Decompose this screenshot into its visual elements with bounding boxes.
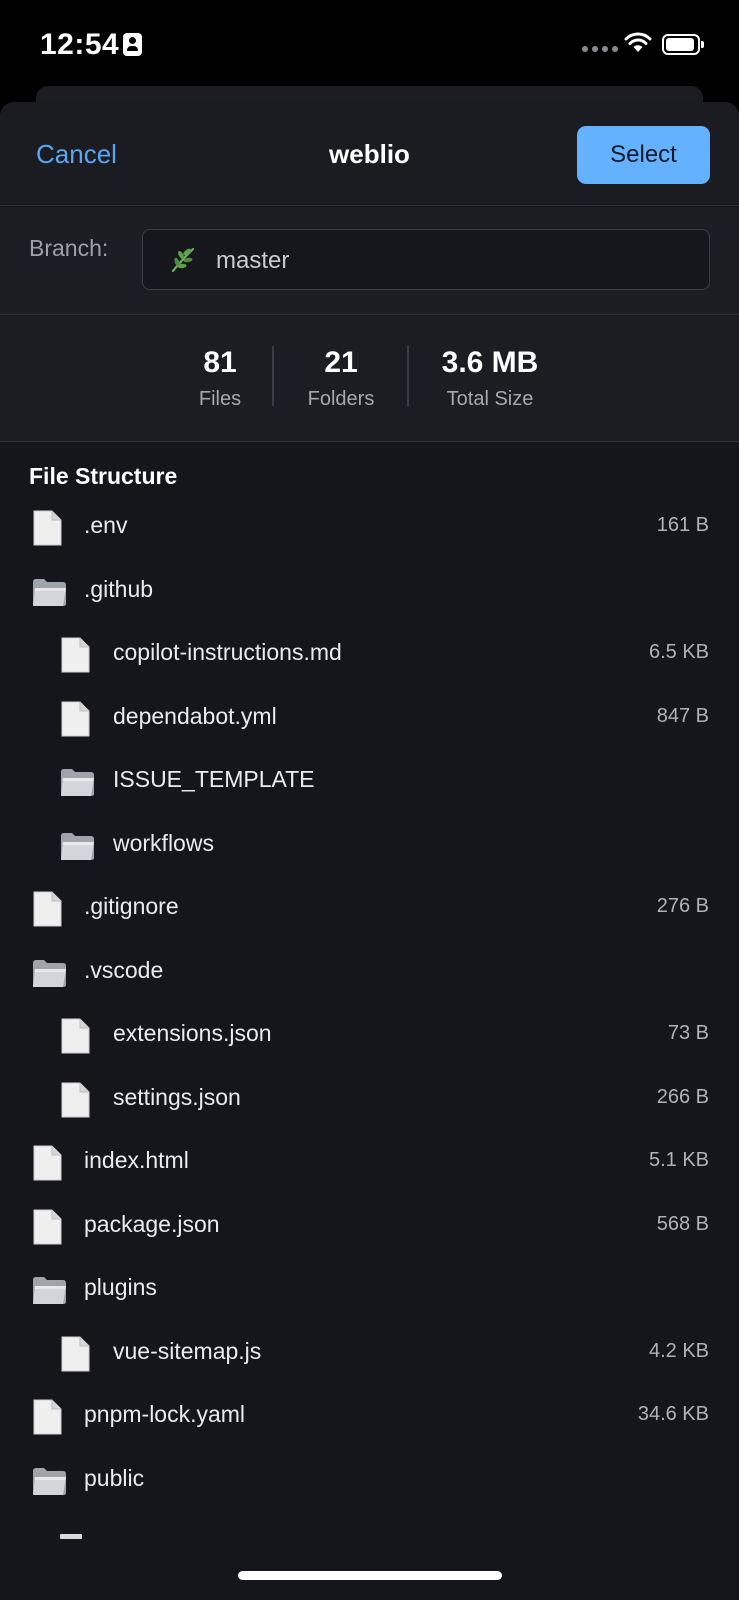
file-tree: .env 161 B .github copilot-instructions.md 6…	[0, 493, 739, 1509]
files-count: 81	[203, 346, 237, 379]
item-size: 568 B	[656, 1212, 709, 1235]
folder-row[interactable]: .github	[0, 557, 739, 621]
branch-row: Branch: master	[0, 207, 739, 315]
branch-value: master	[216, 247, 290, 274]
folder-icon	[60, 831, 95, 861]
folder-row[interactable]: ISSUE_TEMPLATE	[0, 747, 739, 811]
folder-row[interactable]: plugins	[0, 1255, 739, 1319]
stat-folders: 21 Folders	[296, 346, 386, 411]
stat-files: 81 Files	[180, 346, 260, 411]
document-icon	[60, 1336, 91, 1372]
item-name: pnpm-lock.yaml	[84, 1401, 246, 1427]
item-size: 4.2 KB	[648, 1339, 709, 1362]
file-row[interactable]: dependabot.yml 847 B	[0, 684, 739, 748]
item-size: 73 B	[667, 1022, 709, 1044]
status-time: 12:54	[40, 28, 120, 61]
document-icon	[32, 891, 63, 927]
item-name: workflows	[113, 829, 214, 856]
item-name: vue-sitemap.js	[113, 1337, 262, 1364]
folders-count: 21	[324, 346, 358, 379]
file-row[interactable]: extensions.json 73 B	[0, 1001, 739, 1065]
folder-row[interactable]: public	[0, 1446, 739, 1510]
document-icon	[60, 1082, 91, 1118]
wifi-icon	[624, 32, 652, 52]
repository-picker-sheet: Cancel weblio Select Branch: master 81 F…	[0, 102, 739, 1600]
repo-stats: 81 Files 21 Folders 3.6 MB Total Size	[0, 316, 739, 442]
item-name: settings.json	[113, 1083, 241, 1110]
item-size: 266 B	[656, 1085, 709, 1108]
item-name: ISSUE_TEMPLATE	[113, 766, 315, 792]
document-icon	[60, 1018, 91, 1054]
leaf-icon	[171, 247, 195, 273]
stat-total-size: 3.6 MB Total Size	[418, 346, 562, 411]
item-name: plugins	[84, 1274, 157, 1300]
stat-divider	[407, 346, 409, 406]
document-icon	[32, 1399, 63, 1435]
file-row[interactable]: .env 161 B	[0, 493, 739, 557]
file-row[interactable]: copilot-instructions.md 6.5 KB	[0, 620, 739, 684]
file-row[interactable]: index.html 5.1 KB	[0, 1128, 739, 1192]
item-size: 5.1 KB	[648, 1149, 709, 1171]
contact-card-icon	[123, 33, 142, 56]
item-size: 34.6 KB	[637, 1403, 709, 1425]
folder-icon	[32, 958, 67, 988]
folder-row[interactable]: .vscode	[0, 938, 739, 1002]
status-bar: 12:54	[0, 0, 739, 90]
item-name: .env	[84, 512, 128, 538]
item-name: copilot-instructions.md	[113, 639, 342, 665]
folder-icon	[32, 1466, 67, 1496]
item-size: 6.5 KB	[648, 641, 709, 663]
file-row[interactable]: package.json 568 B	[0, 1192, 739, 1256]
item-name: extensions.json	[113, 1020, 272, 1046]
battery-icon	[662, 34, 704, 55]
document-icon	[60, 1534, 82, 1539]
cellular-signal-icon	[582, 46, 618, 52]
document-icon	[60, 701, 91, 737]
item-size: 276 B	[656, 895, 709, 917]
item-name: dependabot.yml	[113, 702, 277, 729]
home-indicator[interactable]	[238, 1571, 502, 1580]
item-name: .github	[84, 575, 154, 602]
files-label: Files	[198, 388, 242, 410]
item-name: public	[84, 1464, 145, 1491]
item-name: package.json	[84, 1210, 220, 1237]
folder-icon	[32, 1275, 67, 1305]
file-row[interactable]: vue-sitemap.js 4.2 KB	[0, 1319, 739, 1383]
folders-label: Folders	[307, 388, 375, 410]
item-name: .vscode	[84, 956, 164, 983]
total-size-value: 3.6 MB	[441, 346, 539, 379]
item-name: index.html	[84, 1147, 189, 1173]
document-icon	[32, 1209, 63, 1245]
stat-divider	[272, 346, 274, 406]
document-icon	[32, 1145, 63, 1181]
total-size-label: Total Size	[446, 388, 534, 410]
folder-icon	[32, 577, 67, 607]
branch-selector[interactable]: master	[142, 229, 710, 290]
branch-label: Branch:	[29, 235, 109, 261]
file-structure-title: File Structure	[29, 463, 178, 489]
file-row[interactable]: .gitignore 276 B	[0, 874, 739, 938]
item-size: 847 B	[656, 704, 709, 727]
select-button[interactable]: Select	[577, 126, 710, 184]
nav-bar: Cancel weblio Select	[0, 102, 739, 206]
file-row[interactable]: settings.json 266 B	[0, 1065, 739, 1129]
folder-icon	[60, 767, 95, 797]
document-icon	[60, 637, 91, 673]
item-size: 161 B	[656, 514, 709, 536]
folder-row[interactable]: workflows	[0, 811, 739, 875]
item-name: .gitignore	[84, 893, 179, 919]
document-icon	[32, 510, 63, 546]
file-row[interactable]: pnpm-lock.yaml 34.6 KB	[0, 1382, 739, 1446]
